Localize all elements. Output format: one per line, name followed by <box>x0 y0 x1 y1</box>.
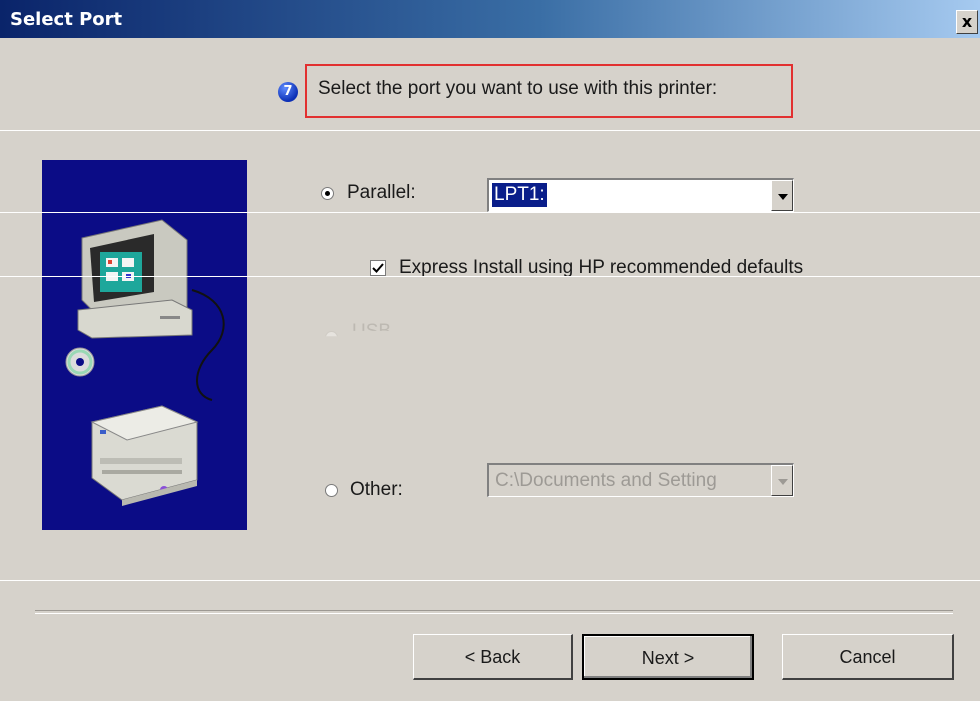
scan-line-artifact <box>0 276 980 277</box>
parallel-port-value: LPT1: <box>492 183 547 207</box>
title-bar[interactable]: Select Port x <box>0 0 980 38</box>
scan-line-artifact <box>0 580 980 581</box>
other-label: Other: <box>350 479 403 500</box>
cancel-button[interactable]: Cancel <box>782 634 954 680</box>
next-button[interactable]: Next > <box>582 634 754 680</box>
computer-printer-icon <box>65 219 225 506</box>
chevron-down-icon[interactable] <box>771 465 793 496</box>
footer-separator <box>35 610 953 614</box>
parallel-port-dropdown[interactable]: LPT1: <box>487 178 794 212</box>
other-path-value: C:\Documents and Setting <box>495 470 717 491</box>
parallel-radio[interactable] <box>321 187 334 200</box>
close-button[interactable]: x <box>956 10 978 34</box>
step-number-icon: 7 <box>278 82 298 102</box>
checkmark-icon <box>372 263 384 273</box>
select-port-dialog: Select Port x 7 Select the port you want… <box>0 0 980 701</box>
parallel-label: Parallel: <box>347 182 416 203</box>
dialog-title: Select Port <box>10 9 123 30</box>
scan-line-artifact <box>0 212 980 213</box>
scan-line-artifact <box>0 130 980 131</box>
usb-label: USB <box>352 321 392 342</box>
printer-setup-illustration <box>42 160 247 530</box>
chevron-down-icon[interactable] <box>771 180 793 211</box>
back-button[interactable]: < Back <box>413 634 573 680</box>
instruction-text: Select the port you want to use with thi… <box>318 78 718 99</box>
other-path-dropdown[interactable]: C:\Documents and Setting <box>487 463 794 497</box>
other-radio[interactable] <box>325 484 338 497</box>
usb-radio[interactable] <box>325 331 338 337</box>
express-install-checkbox[interactable] <box>370 260 386 276</box>
